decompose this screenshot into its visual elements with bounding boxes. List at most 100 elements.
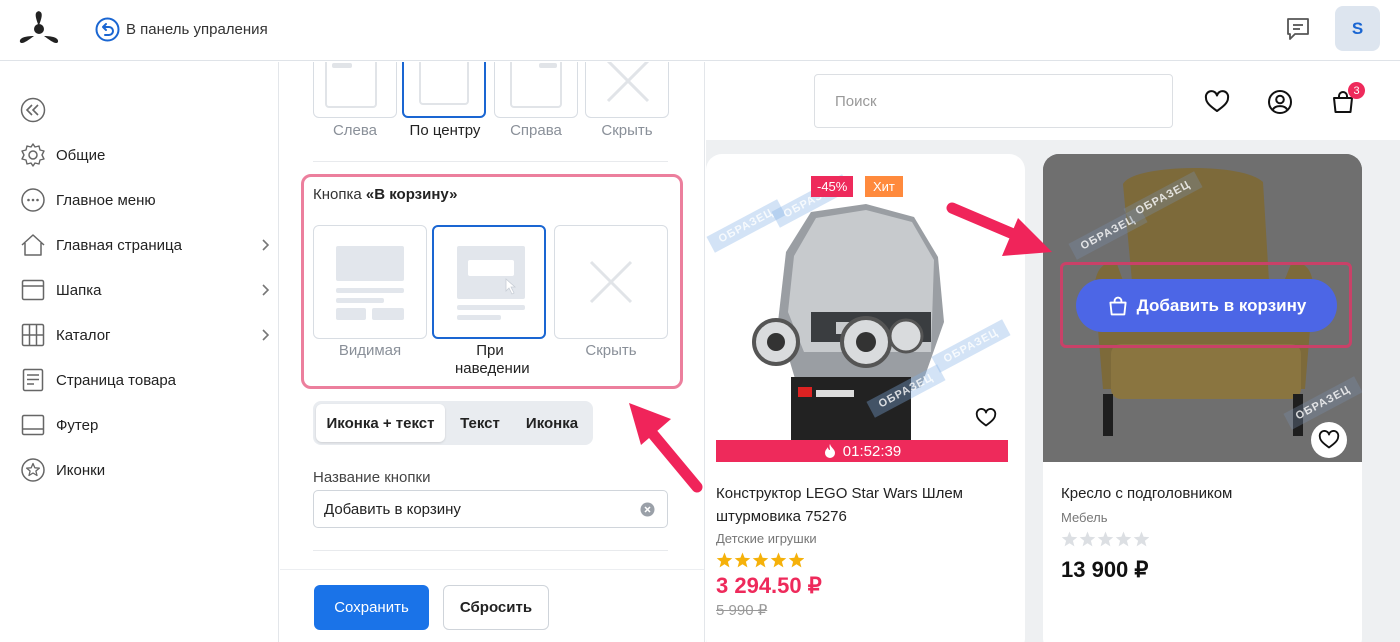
heart-icon bbox=[975, 408, 997, 427]
align-center-icon bbox=[419, 62, 469, 105]
chevron-right-icon bbox=[262, 239, 270, 251]
sidebar-item-label: Футер bbox=[56, 416, 99, 434]
product-price: 3 294.50 ₽ bbox=[716, 573, 822, 598]
sidebar-item-label: Главная страница bbox=[56, 236, 182, 254]
star-circle-icon bbox=[21, 458, 45, 482]
sidebar: Общие Главное меню Главная страница Шапк… bbox=[0, 62, 279, 642]
collapse-sidebar-icon[interactable] bbox=[20, 97, 46, 123]
sidebar-item-product-page[interactable]: Страница товара bbox=[20, 365, 270, 395]
store-search-input[interactable]: Поиск bbox=[814, 74, 1173, 128]
add-to-cart-button[interactable]: Добавить в корзину bbox=[1076, 279, 1337, 332]
home-icon bbox=[21, 234, 45, 256]
star-rating-icon bbox=[1061, 531, 1149, 547]
user-icon[interactable] bbox=[1267, 89, 1293, 115]
product-name[interactable]: Кресло с подголовником bbox=[1061, 482, 1351, 505]
align-hide-option[interactable] bbox=[585, 62, 669, 118]
close-icon bbox=[606, 62, 650, 103]
style-icon-text-tab[interactable]: Иконка + текст bbox=[316, 404, 445, 442]
store-preview: Поиск 3 ОБРАЗЕЦ ОБРАЗЕЦ ОБРАЗЕЦ ОБРАЗЕЦ … bbox=[706, 62, 1400, 642]
sidebar-item-header[interactable]: Шапка bbox=[20, 275, 270, 305]
cart-button-section-title: Кнопка «В корзину» bbox=[313, 186, 457, 203]
align-right-icon bbox=[510, 62, 562, 108]
favorite-button[interactable] bbox=[1311, 422, 1347, 458]
store-header: Поиск 3 bbox=[706, 62, 1400, 140]
rating-stars bbox=[716, 552, 804, 569]
back-arrow-circle-icon bbox=[95, 17, 120, 42]
button-hover-icon bbox=[457, 246, 525, 320]
sidebar-item-label: Главное меню bbox=[56, 191, 156, 209]
sidebar-item-label: Иконки bbox=[56, 461, 106, 479]
sidebar-item-main-menu[interactable]: Главное меню bbox=[20, 185, 270, 215]
chevron-right-icon bbox=[262, 329, 270, 341]
product-category: Детские игрушки bbox=[716, 531, 817, 546]
reset-button[interactable]: Сбросить bbox=[443, 585, 549, 630]
button-name-label: Название кнопки bbox=[313, 469, 431, 486]
footer-layout-icon bbox=[21, 414, 45, 436]
grid-icon bbox=[21, 323, 45, 347]
visibility-hide-label: Скрыть bbox=[585, 342, 637, 359]
gear-icon bbox=[21, 143, 45, 167]
sidebar-item-label: Каталог bbox=[56, 326, 111, 344]
sidebar-item-general[interactable]: Общие bbox=[20, 140, 270, 170]
logo-icon[interactable] bbox=[18, 10, 60, 48]
visibility-visible-option[interactable] bbox=[313, 225, 427, 339]
hit-badge: Хит bbox=[865, 176, 903, 197]
shopping-bag-icon bbox=[1109, 296, 1127, 315]
add-to-cart-label: Добавить в корзину bbox=[1136, 295, 1307, 315]
countdown-timer: 01:52:39 bbox=[716, 440, 1008, 462]
align-center-option[interactable] bbox=[402, 62, 486, 118]
button-name-input[interactable] bbox=[313, 490, 668, 528]
visibility-hide-option[interactable] bbox=[554, 225, 668, 339]
product-card[interactable]: ОБРАЗЕЦ ОБРАЗЕЦ ОБРАЗЕЦ Добавить в корзи… bbox=[1043, 154, 1362, 642]
divider bbox=[313, 550, 668, 551]
clear-input-icon[interactable] bbox=[640, 502, 655, 517]
section-title-prefix: Кнопка bbox=[313, 186, 366, 203]
timer-value: 01:52:39 bbox=[842, 442, 902, 460]
product-card[interactable]: ОБРАЗЕЦ ОБРАЗЕЦ ОБРАЗЕЦ ОБРАЗЕЦ -45% Хит… bbox=[706, 154, 1025, 642]
align-right-label: Справа bbox=[510, 122, 562, 139]
sidebar-item-catalog[interactable]: Каталог bbox=[20, 320, 270, 350]
product-price: 13 900 ₽ bbox=[1061, 557, 1149, 582]
fire-icon bbox=[824, 444, 835, 458]
align-hide-label: Скрыть bbox=[601, 122, 653, 139]
header-layout-icon bbox=[21, 279, 45, 301]
visibility-visible-label: Видимая bbox=[338, 342, 402, 359]
close-icon bbox=[589, 260, 633, 304]
rating-stars bbox=[1061, 531, 1149, 548]
dots-circle-icon bbox=[21, 188, 45, 212]
heart-icon bbox=[1318, 430, 1340, 449]
document-icon bbox=[22, 368, 44, 392]
back-link-label: В панель упраления bbox=[126, 21, 268, 38]
sidebar-item-footer[interactable]: Футер bbox=[20, 410, 270, 440]
back-to-dashboard-link[interactable]: В панель упраления bbox=[95, 17, 268, 42]
star-rating-icon bbox=[716, 552, 804, 568]
chat-icon[interactable] bbox=[1285, 16, 1311, 42]
sidebar-item-label: Общие bbox=[56, 146, 106, 164]
product-image[interactable]: ОБРАЗЕЦ ОБРАЗЕЦ ОБРАЗЕЦ ОБРАЗЕЦ bbox=[706, 172, 1011, 462]
heart-icon[interactable] bbox=[1204, 89, 1230, 115]
sidebar-item-icons[interactable]: Иконки bbox=[20, 455, 270, 485]
visibility-hover-label: При наведении bbox=[455, 342, 530, 377]
align-center-label: По центру bbox=[409, 122, 481, 139]
save-button[interactable]: Сохранить bbox=[314, 585, 429, 630]
button-visible-icon bbox=[336, 246, 404, 320]
style-icon-tab[interactable]: Иконка bbox=[515, 404, 589, 442]
product-category: Мебель bbox=[1061, 510, 1108, 525]
align-left-label: Слева bbox=[332, 122, 378, 139]
sidebar-item-home-page[interactable]: Главная страница bbox=[20, 230, 270, 260]
top-bar: В панель упраления S bbox=[0, 0, 1400, 61]
button-style-segmented-control: Иконка + текст Текст Иконка bbox=[313, 401, 593, 445]
settings-panel: Слева По центру Справа Скрыть Кнопка «В … bbox=[280, 62, 705, 642]
favorite-button[interactable] bbox=[968, 400, 1004, 436]
avatar[interactable]: S bbox=[1335, 6, 1380, 51]
visibility-hover-option[interactable] bbox=[432, 225, 546, 339]
align-right-option[interactable] bbox=[494, 62, 578, 118]
sidebar-item-label: Страница товара bbox=[56, 371, 177, 389]
product-name[interactable]: Конструктор LEGO Star Wars Шлем штурмови… bbox=[716, 482, 1006, 528]
panel-footer: Сохранить Сбросить bbox=[280, 569, 704, 642]
product-old-price: 5 990 ₽ bbox=[716, 602, 768, 619]
align-left-icon bbox=[325, 62, 377, 108]
style-text-tab[interactable]: Текст bbox=[445, 404, 515, 442]
divider bbox=[313, 161, 668, 162]
align-left-option[interactable] bbox=[313, 62, 397, 118]
